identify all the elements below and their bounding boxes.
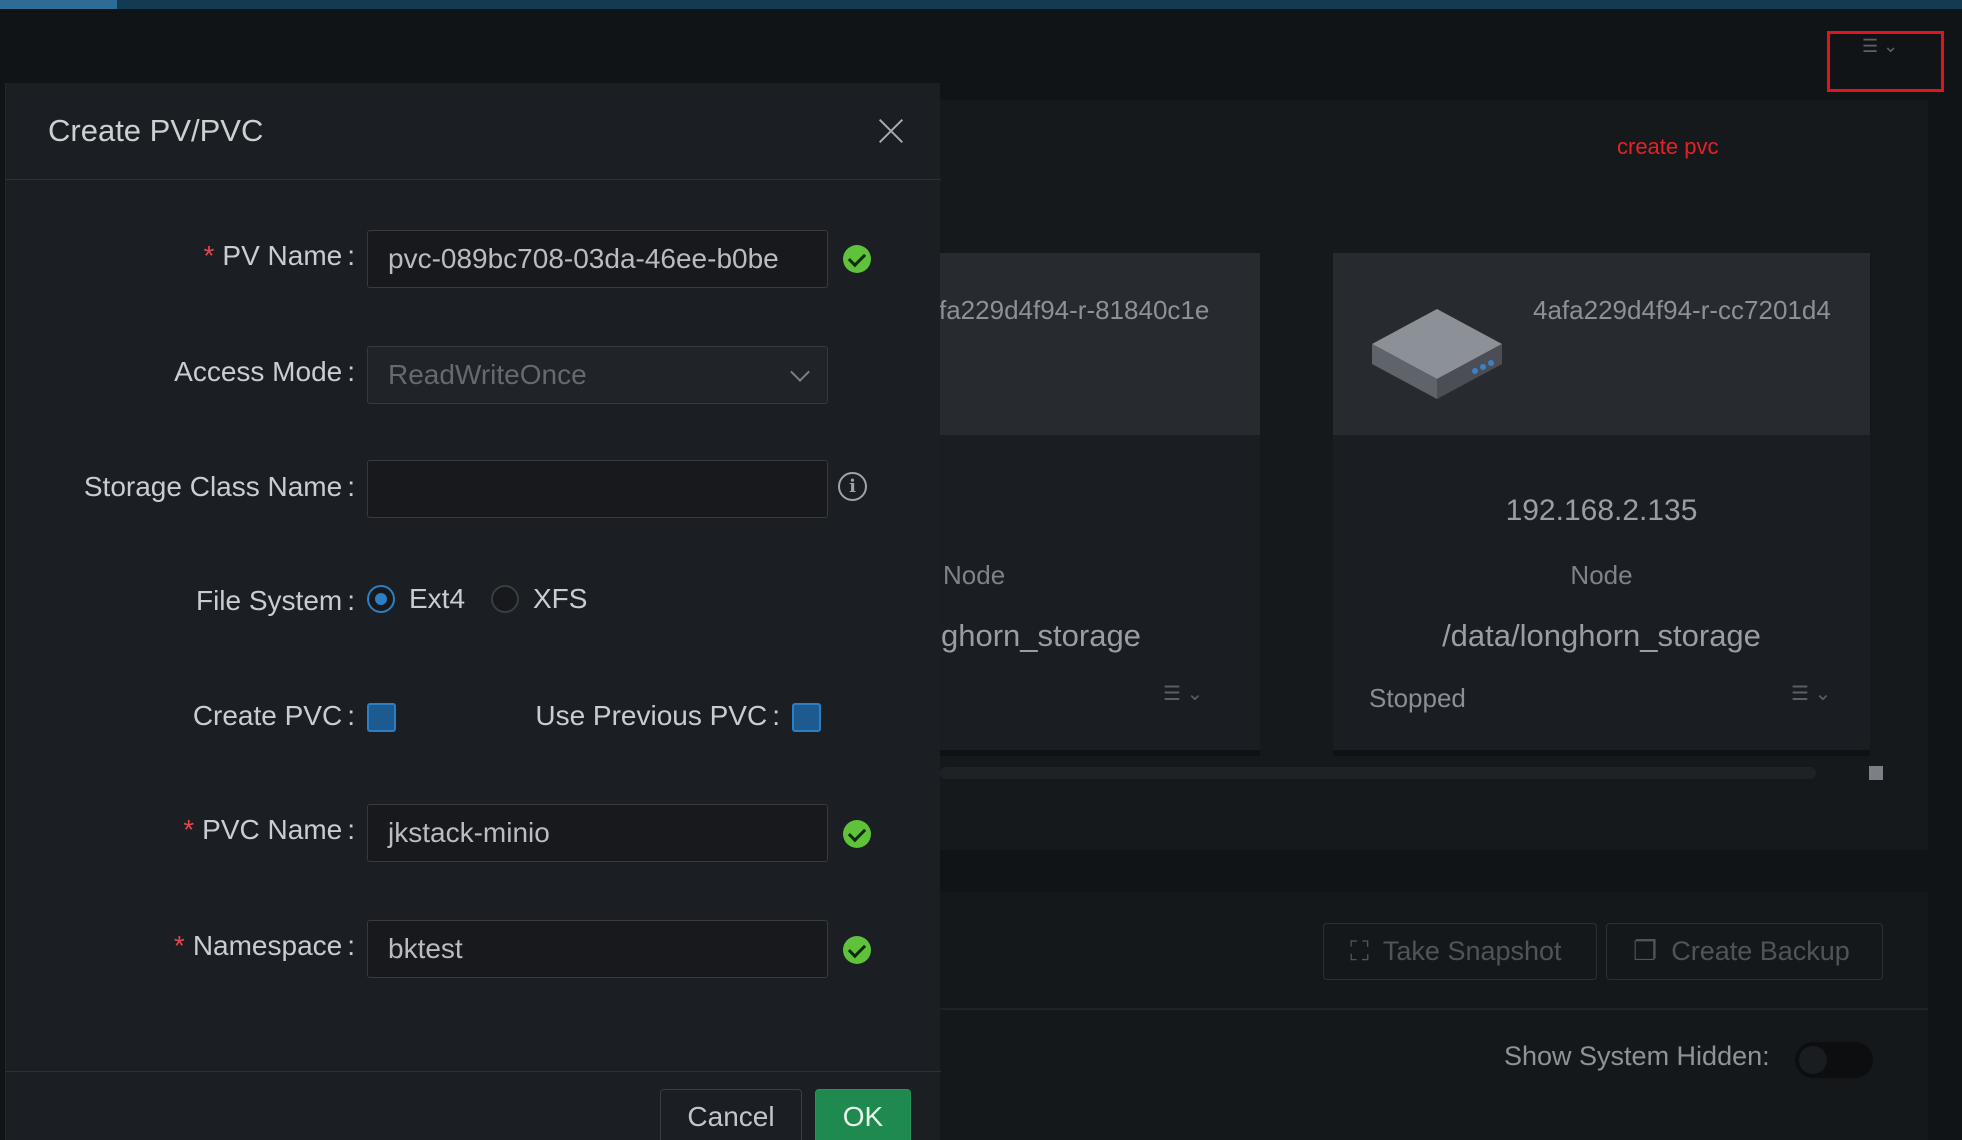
create-backup-button[interactable]: ❐ Create Backup bbox=[1606, 923, 1883, 980]
replica-state: Stopped bbox=[1369, 683, 1466, 713]
label-colon: : bbox=[347, 240, 355, 271]
label-colon: : bbox=[347, 356, 355, 387]
replica-card: 4afa229d4f94-r-cc7201d4 192.168.2.135 No… bbox=[1333, 253, 1870, 756]
check-circle-icon bbox=[843, 245, 871, 273]
list-menu-icon[interactable]: ☰ ⌄ bbox=[1791, 681, 1831, 706]
dialog-title: Create PV/PVC bbox=[48, 113, 264, 148]
label-colon: : bbox=[347, 930, 355, 961]
access-mode-label: Access Mode: bbox=[174, 356, 355, 388]
take-snapshot-button[interactable]: ⛶ Take Snapshot bbox=[1323, 923, 1597, 980]
storage-class-label: Storage Class Name: bbox=[84, 471, 355, 503]
storage-class-label-text: Storage Class Name bbox=[83, 471, 343, 502]
required-mark: * bbox=[173, 930, 185, 961]
check-circle-icon bbox=[843, 820, 871, 848]
card-bottom-bar bbox=[1333, 750, 1870, 756]
access-mode-label-text: Access Mode bbox=[174, 356, 343, 387]
take-snapshot-label: Take Snapshot bbox=[1382, 936, 1562, 966]
replica-role: Node bbox=[1570, 560, 1633, 590]
top-progress-line bbox=[0, 0, 1962, 9]
cancel-button[interactable]: Cancel bbox=[660, 1089, 802, 1140]
replica-thumb bbox=[1333, 253, 1870, 435]
snapshot-icon: ⛶ bbox=[1350, 935, 1369, 966]
check-circle-icon bbox=[843, 936, 871, 964]
create-pvc-label-text: Create PVC bbox=[192, 700, 343, 731]
create-pv-pvc-dialog: Create PV/PVC * PV Name: pvc-089bc708-03d… bbox=[5, 83, 941, 1140]
pv-name-label-text: PV Name bbox=[222, 240, 343, 271]
namespace-input[interactable]: bktest bbox=[367, 920, 828, 978]
replica-path: ghorn_storage bbox=[941, 618, 1141, 653]
scrollbar-end-handle[interactable] bbox=[1869, 766, 1883, 780]
disk-icon bbox=[1372, 309, 1502, 399]
label-colon: : bbox=[347, 700, 355, 731]
create-backup-label: Create Backup bbox=[1671, 936, 1850, 966]
file-system-xfs-radio[interactable] bbox=[491, 585, 519, 613]
label-colon: : bbox=[347, 585, 355, 616]
pvc-name-label-text: PVC Name bbox=[202, 814, 343, 845]
list-menu-icon[interactable]: ☰ ⌄ bbox=[1163, 681, 1203, 706]
use-previous-pvc-checkbox[interactable] bbox=[792, 703, 821, 732]
use-previous-pvc-label-text: Use Previous PVC bbox=[535, 700, 768, 731]
info-icon[interactable]: i bbox=[838, 472, 867, 501]
show-system-hidden-toggle[interactable] bbox=[1795, 1042, 1873, 1078]
required-mark: * bbox=[203, 240, 215, 271]
pvc-name-input[interactable]: jkstack-minio bbox=[367, 804, 828, 862]
horizontal-scrollbar[interactable] bbox=[940, 767, 1816, 779]
pvc-name-label: * PVC Name: bbox=[183, 814, 355, 846]
pv-name-label: * PV Name: bbox=[203, 240, 355, 272]
create-pvc-checkbox[interactable] bbox=[367, 703, 396, 732]
file-system-label-text: File System bbox=[195, 585, 343, 616]
required-mark: * bbox=[183, 814, 195, 845]
close-icon[interactable] bbox=[871, 111, 911, 151]
replica-name: fa229d4f94-r-81840c1e bbox=[939, 295, 1210, 325]
show-system-hidden-label: Show System Hidden: bbox=[1504, 1041, 1770, 1071]
annotation-text: create pvc bbox=[1617, 134, 1719, 159]
file-system-ext4-radio[interactable] bbox=[367, 585, 395, 613]
label-colon: : bbox=[347, 471, 355, 502]
create-pvc-label: Create PVC: bbox=[193, 700, 355, 732]
replica-name: 4afa229d4f94-r-cc7201d4 bbox=[1533, 295, 1831, 325]
access-mode-value: ReadWriteOnce bbox=[388, 359, 587, 390]
file-system-ext4-label[interactable]: Ext4 bbox=[409, 583, 465, 615]
use-previous-pvc-label: Use Previous PVC: bbox=[535, 700, 780, 732]
backup-icon: ❐ bbox=[1633, 936, 1658, 966]
replica-path: /data/longhorn_storage bbox=[1442, 618, 1761, 653]
namespace-label-text: Namespace bbox=[192, 930, 343, 961]
storage-class-input[interactable] bbox=[367, 460, 828, 518]
pv-name-input[interactable]: pvc-089bc708-03da-46ee-b0be bbox=[367, 230, 828, 288]
dialog-header: Create PV/PVC bbox=[6, 83, 941, 180]
label-colon: : bbox=[347, 814, 355, 845]
replica-ip: 192.168.2.135 bbox=[1505, 494, 1698, 527]
file-system-xfs-label[interactable]: XFS bbox=[533, 583, 587, 615]
label-colon: : bbox=[772, 700, 780, 731]
divider bbox=[940, 1008, 1928, 1010]
ok-button[interactable]: OK bbox=[815, 1089, 911, 1140]
annotation-highlight-box bbox=[1827, 31, 1944, 92]
replica-role: Node bbox=[943, 560, 1006, 590]
file-system-label: File System: bbox=[196, 585, 355, 617]
top-progress-segment bbox=[0, 0, 117, 9]
chevron-down-icon bbox=[790, 362, 810, 382]
access-mode-select[interactable]: ReadWriteOnce bbox=[367, 346, 828, 404]
namespace-label: * Namespace: bbox=[174, 930, 355, 962]
